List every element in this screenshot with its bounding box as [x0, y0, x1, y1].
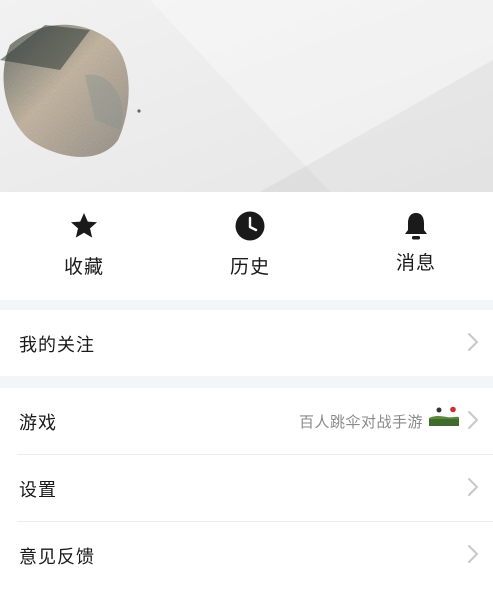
chevron-right-icon	[468, 333, 478, 351]
game-thumbnail-icon	[429, 406, 459, 426]
chevron-right-icon	[468, 411, 478, 429]
following-label: 我的关注	[19, 335, 95, 356]
favorites-label: 收藏	[63, 256, 104, 278]
bell-icon	[405, 213, 427, 240]
section-separator	[0, 300, 493, 310]
games-promo-text: 百人跳伞对战手游	[298, 413, 423, 431]
star-icon	[71, 213, 97, 238]
menu-item-settings[interactable]: 设置	[0, 455, 493, 521]
messages-button[interactable]: 消息	[334, 192, 493, 300]
quick-actions: 收藏 历史 消息	[0, 192, 493, 300]
messages-label: 消息	[395, 252, 436, 274]
favorites-button[interactable]: 收藏	[2, 192, 166, 300]
clock-icon	[235, 211, 265, 241]
menu-item-feedback[interactable]: 意见反馈	[0, 522, 493, 588]
chevron-right-icon	[468, 478, 478, 496]
chevron-right-icon	[468, 545, 478, 563]
menu-item-following[interactable]: 我的关注	[0, 310, 493, 376]
banner-artwork	[0, 0, 493, 192]
games-label: 游戏	[19, 413, 57, 434]
menu-item-games[interactable]: 游戏 百人跳伞对战手游	[0, 388, 493, 454]
feedback-label: 意见反馈	[19, 547, 95, 568]
history-button[interactable]: 历史	[168, 192, 332, 300]
profile-banner	[0, 0, 493, 192]
history-label: 历史	[229, 256, 270, 278]
settings-label: 设置	[19, 480, 57, 501]
section-separator	[0, 376, 493, 388]
